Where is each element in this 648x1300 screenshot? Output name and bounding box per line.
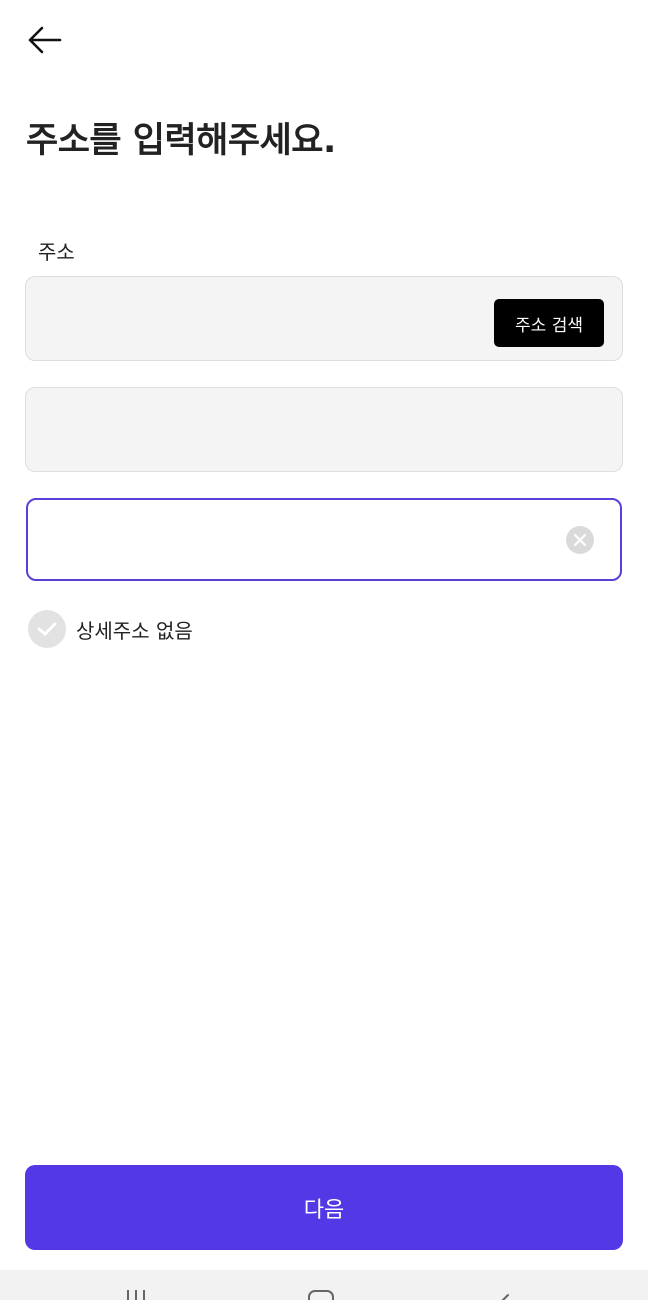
- recent-apps-icon[interactable]: [127, 1290, 153, 1300]
- back-button[interactable]: [22, 18, 66, 62]
- check-icon: [37, 622, 57, 636]
- clear-circle-icon: [574, 534, 586, 546]
- system-navigation-bar: [0, 1270, 648, 1300]
- arrow-left-icon: [28, 26, 62, 54]
- address-entry-screen: 주소를 입력해주세요. 주소 주소 검색 상세주소 없음 다음: [0, 0, 648, 1300]
- address-label: 주소: [38, 240, 75, 264]
- next-button[interactable]: 다음: [25, 1165, 623, 1250]
- no-detail-address-label: 상세주소 없음: [76, 618, 193, 643]
- detail-address-field[interactable]: [26, 498, 622, 581]
- address-field[interactable]: 주소 검색: [25, 276, 623, 361]
- clear-input-button[interactable]: [566, 526, 594, 554]
- checkbox-circle[interactable]: [28, 610, 66, 648]
- detail-address-input[interactable]: [46, 500, 566, 579]
- address-search-button[interactable]: 주소 검색: [494, 299, 604, 347]
- extra-address-field[interactable]: [25, 387, 623, 472]
- home-icon[interactable]: [308, 1290, 334, 1300]
- no-detail-address-checkbox[interactable]: 상세주소 없음: [28, 610, 193, 648]
- page-title: 주소를 입력해주세요.: [26, 121, 336, 161]
- back-icon[interactable]: [494, 1290, 514, 1300]
